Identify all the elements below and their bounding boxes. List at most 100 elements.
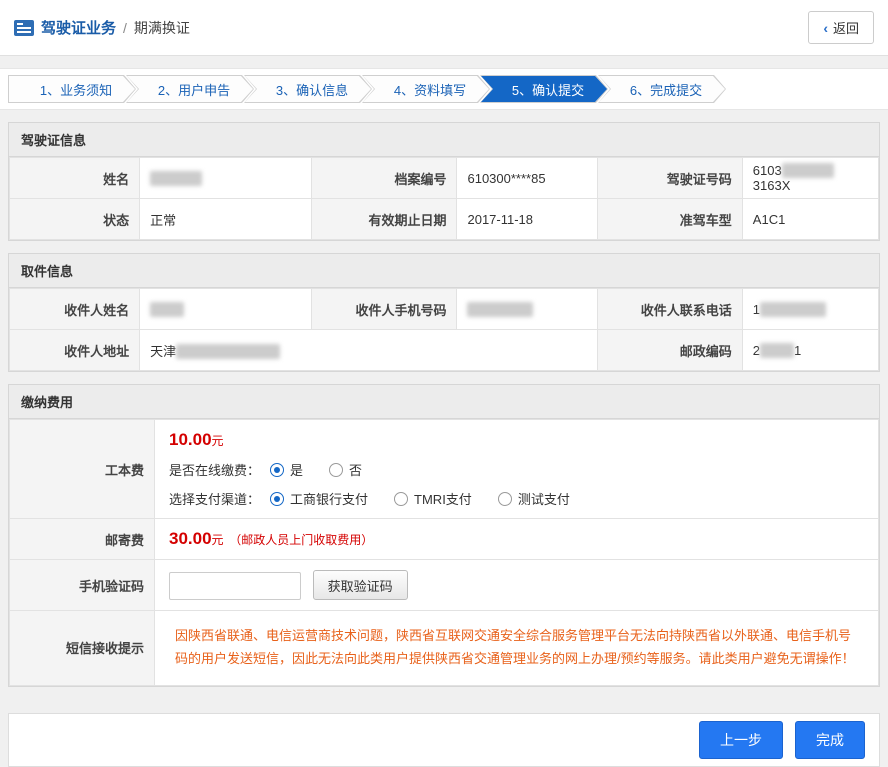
radio-unchecked-icon [394, 492, 408, 506]
address-prefix: 天津 [150, 344, 176, 359]
step-label: 6、完成提交 [598, 75, 726, 103]
license-no-value: 61033163X [742, 158, 878, 199]
postcode-prefix: 2 [753, 343, 760, 358]
vehicle-class-value: A1C1 [742, 199, 878, 240]
postcode-label: 邮政编码 [597, 330, 742, 371]
pickup-info-section: 取件信息 收件人姓名 收件人手机号码 收件人联系电话 1 收件人地址 天津 邮政… [8, 253, 880, 372]
tel-prefix: 1 [753, 302, 760, 317]
license-no-prefix: 6103 [753, 163, 782, 178]
fee-section: 缴纳费用 工本费 10.00元 是否在线缴费： 是 否 [8, 384, 880, 687]
radio-online-no[interactable]: 否 [329, 460, 362, 479]
radio-channel-test[interactable]: 测试支付 [498, 489, 570, 508]
radio-checked-icon [270, 492, 284, 506]
table-row: 短信接收提示 因陕西省联通、电信运营商技术问题，陕西省互联网交通安全综合服务管理… [10, 611, 879, 686]
footer-bar: 上一步 完成 [8, 713, 880, 767]
license-section-title: 驾驶证信息 [9, 123, 879, 157]
status-label: 状态 [10, 199, 140, 240]
previous-step-button[interactable]: 上一步 [699, 721, 783, 759]
step-3-confirm-info[interactable]: 3、确认信息 [244, 75, 372, 103]
redacted-value [176, 344, 280, 359]
redacted-value [760, 343, 794, 358]
table-row: 收件人姓名 收件人手机号码 收件人联系电话 1 [10, 289, 879, 330]
online-pay-question: 是否在线缴费： [169, 460, 260, 479]
cost-label: 工本费 [10, 420, 155, 519]
page-title-secondary: 期满换证 [134, 18, 190, 38]
recipient-address-value: 天津 [140, 330, 598, 371]
steps-bar: 1、业务须知 2、用户申告 3、确认信息 4、资料填写 5、确认提交 6、完成提… [0, 68, 888, 110]
sms-code-input[interactable] [169, 572, 301, 600]
radio-channel-icbc[interactable]: 工商银行支付 [270, 489, 368, 508]
fee-section-title: 缴纳费用 [9, 385, 879, 419]
back-chevron-icon: ‹ [823, 21, 828, 35]
expiry-label: 有效期止日期 [312, 199, 457, 240]
recipient-tel-label: 收件人联系电话 [597, 289, 742, 330]
radio-online-no-label: 否 [349, 460, 362, 479]
postage-note: （邮政人员上门收取费用） [229, 533, 373, 547]
license-no-label: 驾驶证号码 [597, 158, 742, 199]
finish-button[interactable]: 完成 [795, 721, 865, 759]
sms-notice-label: 短信接收提示 [10, 611, 155, 686]
postcode-value: 21 [742, 330, 878, 371]
sms-code-content: 获取验证码 [155, 560, 879, 611]
redacted-value [467, 302, 533, 317]
fee-table: 工本费 10.00元 是否在线缴费： 是 否 选 [9, 419, 879, 686]
table-row: 邮寄费 30.00元 （邮政人员上门收取费用） [10, 519, 879, 560]
table-row: 收件人地址 天津 邮政编码 21 [10, 330, 879, 371]
radio-online-yes[interactable]: 是 [270, 460, 303, 479]
radio-online-yes-label: 是 [290, 460, 303, 479]
license-info-table: 姓名 档案编号 610300****85 驾驶证号码 61033163X 状态 … [9, 157, 879, 240]
step-6-complete-submit[interactable]: 6、完成提交 [598, 75, 726, 103]
postage-unit: 元 [212, 533, 224, 547]
step-4-fill-data[interactable]: 4、资料填写 [362, 75, 490, 103]
table-row: 状态 正常 有效期止日期 2017-11-18 准驾车型 A1C1 [10, 199, 879, 240]
table-row: 姓名 档案编号 610300****85 驾驶证号码 61033163X [10, 158, 879, 199]
postage-label: 邮寄费 [10, 519, 155, 560]
online-pay-line: 是否在线缴费： 是 否 [169, 460, 864, 479]
radio-channel-tmri[interactable]: TMRI支付 [394, 489, 472, 508]
pickup-info-table: 收件人姓名 收件人手机号码 收件人联系电话 1 收件人地址 天津 邮政编码 21 [9, 288, 879, 371]
back-label: 返回 [833, 18, 859, 37]
radio-unchecked-icon [329, 463, 343, 477]
license-info-section: 驾驶证信息 姓名 档案编号 610300****85 驾驶证号码 6103316… [8, 122, 880, 241]
back-button[interactable]: ‹ 返回 [808, 11, 874, 44]
recipient-address-label: 收件人地址 [10, 330, 140, 371]
pay-channel-line: 选择支付渠道： 工商银行支付 TMRI支付 测试支付 [169, 489, 864, 508]
cost-unit: 元 [212, 434, 224, 448]
document-icon [14, 20, 34, 36]
recipient-name-label: 收件人姓名 [10, 289, 140, 330]
pickup-section-title: 取件信息 [9, 254, 879, 288]
recipient-mobile-value [457, 289, 597, 330]
radio-channel-test-label: 测试支付 [518, 489, 570, 508]
cost-amount: 10.00 [169, 430, 212, 449]
file-no-value: 610300****85 [457, 158, 597, 199]
file-no-label: 档案编号 [312, 158, 457, 199]
title-separator: / [123, 20, 127, 36]
expiry-value: 2017-11-18 [457, 199, 597, 240]
recipient-tel-value: 1 [742, 289, 878, 330]
postage-amount: 30.00 [169, 529, 212, 548]
step-2-user-declaration[interactable]: 2、用户申告 [126, 75, 254, 103]
step-label: 5、确认提交 [480, 75, 608, 103]
redacted-value [150, 171, 202, 186]
page-title-primary: 驾驶证业务 [41, 17, 116, 38]
step-1-business-notice[interactable]: 1、业务须知 [8, 75, 136, 103]
radio-checked-icon [270, 463, 284, 477]
step-label: 4、资料填写 [362, 75, 490, 103]
sms-notice-text: 因陕西省联通、电信运营商技术问题，陕西省互联网交通安全综合服务管理平台无法向持陕… [169, 621, 864, 675]
get-code-button[interactable]: 获取验证码 [313, 570, 408, 600]
cost-content: 10.00元 是否在线缴费： 是 否 选择支付渠道： [155, 420, 879, 519]
name-label: 姓名 [10, 158, 140, 199]
radio-channel-tmri-label: TMRI支付 [414, 489, 472, 508]
step-label: 1、业务须知 [8, 75, 136, 103]
table-row: 手机验证码 获取验证码 [10, 560, 879, 611]
recipient-name-value [140, 289, 312, 330]
recipient-mobile-label: 收件人手机号码 [312, 289, 457, 330]
name-value [140, 158, 312, 199]
radio-channel-icbc-label: 工商银行支付 [290, 489, 368, 508]
step-5-confirm-submit[interactable]: 5、确认提交 [480, 75, 608, 103]
radio-unchecked-icon [498, 492, 512, 506]
postcode-suffix: 1 [794, 343, 801, 358]
header: 驾驶证业务 / 期满换证 ‹ 返回 [0, 0, 888, 56]
cost-price-line: 10.00元 [169, 430, 864, 450]
breadcrumb: 驾驶证业务 / 期满换证 [14, 17, 190, 38]
